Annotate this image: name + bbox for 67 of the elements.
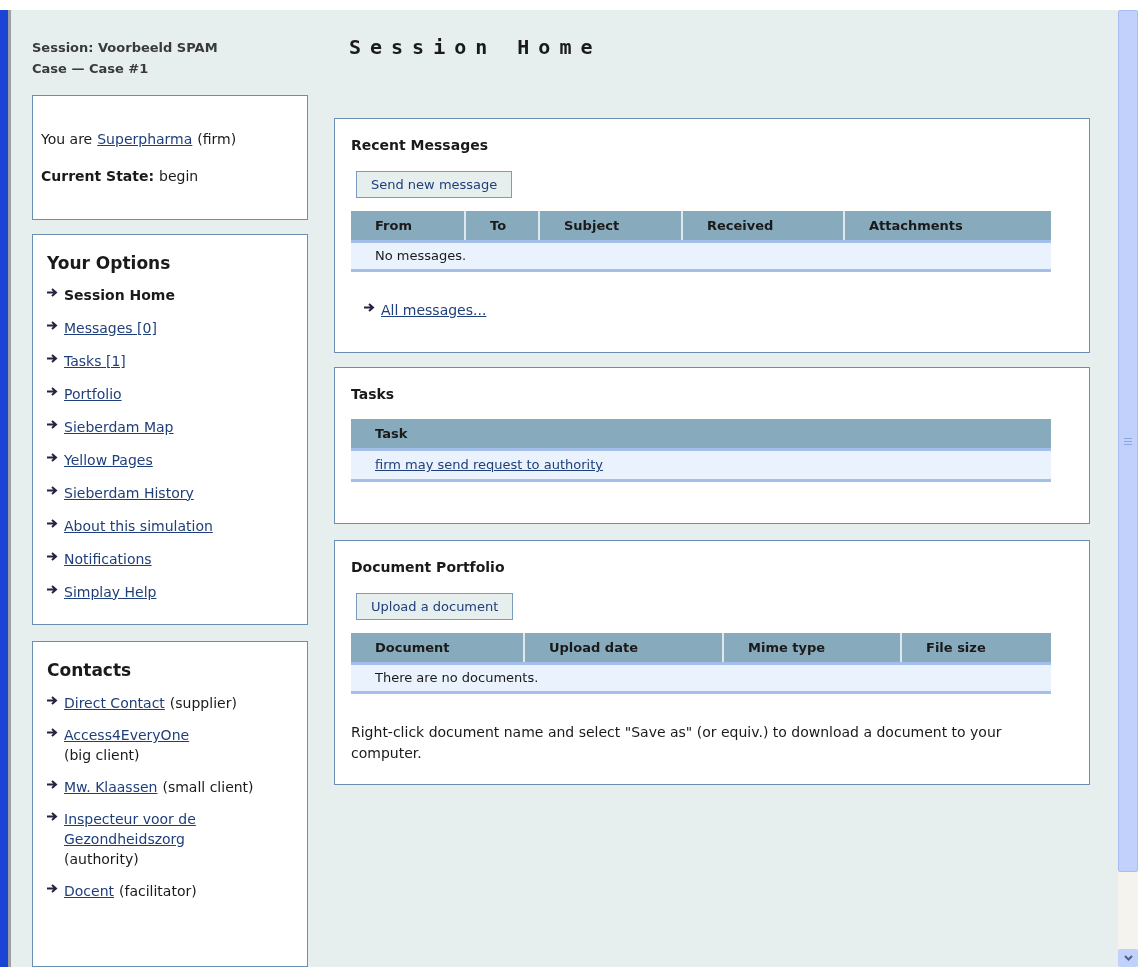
- state-label: Current State:: [41, 166, 155, 186]
- arrow-icon: [47, 386, 58, 396]
- contacts-heading: Contacts: [47, 658, 133, 682]
- arrow-icon: [47, 452, 58, 462]
- arrow-icon: [47, 728, 58, 737]
- option-link[interactable]: Simplay Help: [64, 581, 157, 603]
- grip-icon: [1124, 437, 1132, 445]
- page-title: Session Home: [349, 34, 603, 61]
- option-link[interactable]: Messages [0]: [64, 317, 157, 339]
- option-link[interactable]: Notifications: [64, 548, 152, 570]
- panel-heading: Tasks: [351, 385, 396, 404]
- column-header: Document: [374, 638, 451, 657]
- panel-heading: Recent Messages: [351, 136, 489, 155]
- arrow-icon: [47, 812, 58, 821]
- contact-role: (facilitator): [119, 882, 197, 901]
- arrow-icon: [47, 551, 58, 561]
- upload-document-button[interactable]: Upload a document: [356, 593, 514, 620]
- option-link[interactable]: Sieberdam History: [64, 482, 194, 504]
- arrow-icon: [47, 584, 58, 594]
- option-link[interactable]: Yellow Pages: [64, 449, 153, 471]
- arrow-icon: [47, 320, 58, 330]
- arrow-icon: [364, 303, 375, 312]
- arrow-icon: [47, 419, 58, 429]
- empty-message: There are no documents.: [375, 669, 539, 688]
- arrow-icon: [47, 287, 58, 297]
- arrow-icon: [47, 696, 58, 705]
- column-header: Attachments: [843, 211, 1051, 240]
- contact-link[interactable]: Inspecteur voor de Gezondheidszorg: [64, 809, 249, 849]
- all-messages-link[interactable]: All messages...: [381, 300, 487, 321]
- panel-heading: Document Portfolio: [351, 558, 506, 577]
- option-link[interactable]: About this simulation: [64, 515, 213, 537]
- session-title: Session: Voorbeeld SPAM Case — Case #1: [32, 39, 219, 78]
- option-link[interactable]: Sieberdam Map: [64, 416, 174, 438]
- option-link[interactable]: Tasks [1]: [64, 350, 126, 372]
- role-type: (firm): [197, 129, 237, 149]
- scroll-down-button[interactable]: [1118, 949, 1138, 967]
- arrow-icon: [47, 780, 58, 789]
- state-value: begin: [159, 166, 199, 186]
- option-link[interactable]: Portfolio: [64, 383, 122, 405]
- options-heading: Your Options: [47, 252, 172, 275]
- column-header: To: [464, 211, 538, 240]
- role-link[interactable]: Superpharma: [97, 128, 193, 150]
- arrow-icon: [47, 884, 58, 893]
- column-header: Upload date: [523, 633, 722, 662]
- arrow-icon: [47, 353, 58, 363]
- chevron-down-icon: [1123, 955, 1133, 961]
- identity-label: You are: [41, 129, 93, 149]
- column-header: Received: [681, 211, 843, 240]
- arrow-icon: [47, 485, 58, 495]
- empty-message: No messages.: [375, 247, 467, 266]
- option-current: Session Home: [64, 285, 175, 305]
- send-message-button[interactable]: Send new message: [356, 171, 513, 198]
- contact-role: (authority): [64, 850, 139, 869]
- contact-link[interactable]: Mw. Klaassen: [64, 777, 158, 797]
- contact-role: (supplier): [169, 694, 237, 713]
- contact-link[interactable]: Docent: [64, 881, 115, 901]
- contact-role: (big client): [64, 746, 140, 765]
- contact-link[interactable]: Access4EveryOne: [64, 725, 190, 745]
- download-note: Right-click document name and select "Save as" (or equiv.) to download a document to your computer.: [351, 723, 1003, 763]
- column-header: From: [374, 216, 413, 235]
- column-header: Mime type: [722, 633, 900, 662]
- column-header: Subject: [538, 211, 681, 240]
- column-header: Task: [374, 424, 409, 443]
- column-header: File size: [900, 633, 1051, 662]
- contact-link[interactable]: Direct Contact: [64, 693, 165, 713]
- arrow-icon: [47, 518, 58, 528]
- contact-role: (small client): [162, 778, 254, 797]
